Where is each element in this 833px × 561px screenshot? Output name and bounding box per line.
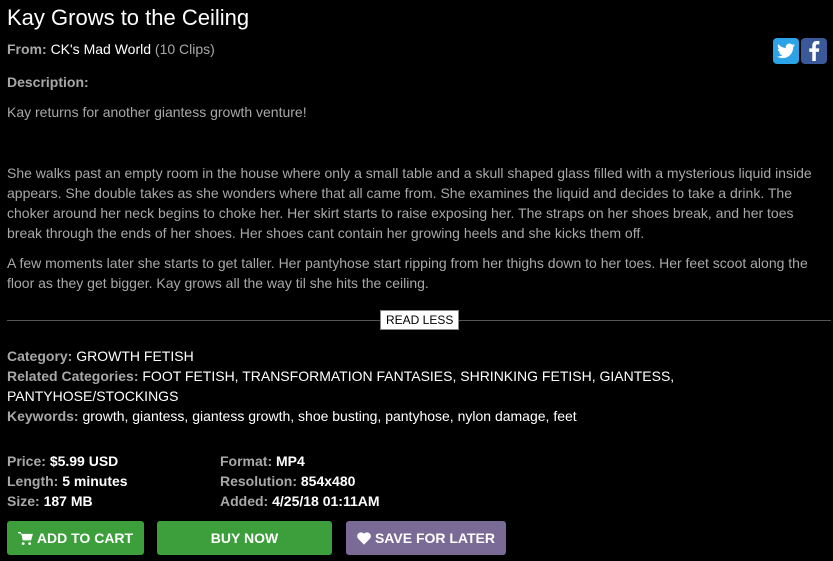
format-label: Format: [220,453,273,469]
description-paragraph: A few moments later she starts to get ta… [7,255,808,291]
clip-details-right: Format: MP4 Resolution: 854x480 Added: 4… [220,451,380,511]
category-label: Category: [7,348,73,364]
from-label: From: [7,41,47,57]
add-to-cart-label: ADD TO CART [36,530,134,546]
buy-now-button[interactable]: BUY NOW [157,521,332,555]
size-value: 187 MB [43,493,93,509]
save-for-later-label: SAVE FOR LATER [374,530,496,546]
format-value: MP4 [276,453,305,469]
price-label: Price: [7,453,46,469]
save-for-later-button[interactable]: SAVE FOR LATER [346,521,506,555]
add-to-cart-button[interactable]: ADD TO CART [7,521,144,555]
from-line: From: CK's Mad World (10 Clips) [7,41,215,57]
keywords-label: Keywords: [7,408,79,424]
added-label: Added: [220,493,269,509]
heart-icon [357,531,371,545]
related-categories-label: Related Categories: [7,368,139,384]
length-value: 5 minutes [62,473,128,489]
related-categories-line: Related Categories: FOOT FETISH, TRANSFO… [7,366,831,406]
clip-details-left: Price: $5.99 USD Length: 5 minutes Size:… [7,451,128,511]
resolution-label: Resolution: [220,473,297,489]
keywords-line: Keywords: growth, giantess, giantess gro… [7,406,831,426]
keywords-links[interactable]: growth, giantess, giantess growth, shoe … [82,408,576,424]
page-title: Kay Grows to the Ceiling [7,5,250,30]
category-link[interactable]: GROWTH FETISH [76,348,193,364]
category-line: Category: GROWTH FETISH [7,346,831,366]
twitter-icon[interactable] [773,38,799,64]
resolution-value: 854x480 [300,473,356,489]
read-less-button[interactable]: READ LESS [380,310,460,330]
facebook-icon[interactable] [801,38,827,64]
clip-count: (10 Clips) [154,41,215,57]
description-paragraph: Kay returns for another giantess growth … [7,104,307,120]
cart-icon [17,531,33,545]
description-paragraph: She walks past an empty room in the hous… [7,165,812,241]
length-label: Length: [7,473,59,489]
description-label: Description: [7,74,89,90]
studio-link[interactable]: CK's Mad World [51,41,151,57]
size-label: Size: [7,493,40,509]
price-value: $5.99 USD [49,453,119,469]
social-share [773,38,827,64]
buy-now-label: BUY NOW [210,530,279,546]
added-value: 4/25/18 01:11AM [272,493,380,509]
